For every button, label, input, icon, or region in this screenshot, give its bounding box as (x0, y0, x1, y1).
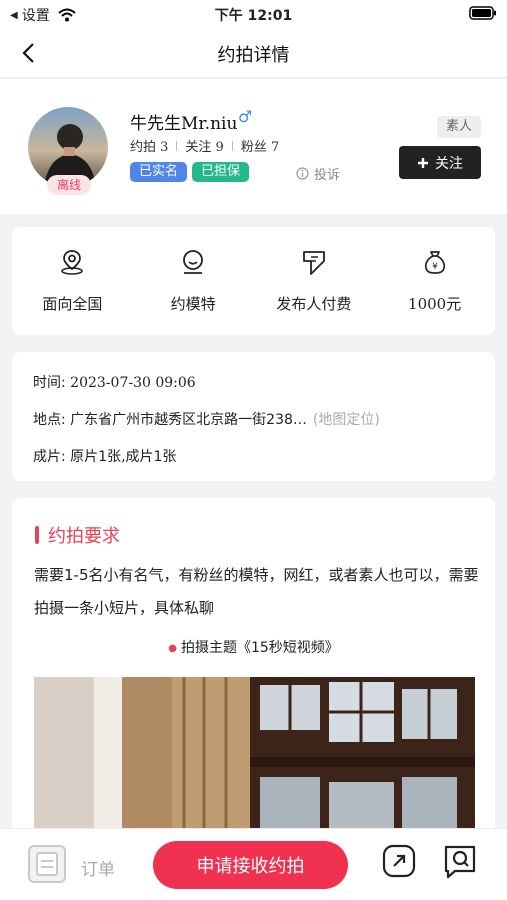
feature-publisher-pays: 发布人付费 (254, 227, 375, 335)
info-circle-icon (296, 167, 309, 180)
shoot-info-card: 时间: 2023-07-30 09:06 地点: 广东省广州市越秀区北京路一街2… (12, 352, 495, 481)
share-icon (382, 844, 416, 878)
guaranteed-badge: 已担保 (192, 162, 250, 182)
divider (176, 140, 178, 151)
order-document-icon (28, 845, 66, 883)
follow-button[interactable]: 关注 (399, 146, 481, 179)
money-bag-icon: ¥ (424, 251, 445, 274)
accent-bar (35, 526, 39, 544)
feature-label: 1000元 (408, 295, 462, 313)
order-button[interactable] (26, 843, 68, 885)
verification-badges: 已实名 已担保 (130, 162, 250, 182)
real-name-badge: 已实名 (130, 162, 188, 182)
time-label: 时间: (33, 375, 71, 391)
share-button[interactable] (380, 842, 418, 880)
shoot-theme: ● 拍摄主题《15秒短视频》 (12, 637, 495, 657)
bullet-dot: ● (168, 642, 177, 654)
user-stats: 约拍 3 关注 9 粉丝 7 (130, 136, 279, 155)
profile-section: 离线 牛先生Mr.niu ♂ 约拍 3 关注 9 粉丝 7 已实名 已担保 投诉… (0, 79, 507, 214)
chat-button[interactable] (440, 842, 480, 882)
online-status-badge: 离线 (47, 175, 91, 195)
feature-price: ¥ 1000元 (374, 227, 495, 335)
status-time: 下午 12:01 (214, 8, 293, 24)
feature-label: 约模特 (170, 295, 216, 313)
shoot-theme-text: 拍摄主题《15秒短视频》 (180, 640, 339, 656)
requirements-header: 约拍要求 (35, 522, 120, 548)
order-label[interactable]: 订单 (81, 855, 115, 880)
user-name: 牛先生Mr.niu (130, 114, 238, 134)
feature-nationwide: 面向全国 (12, 227, 133, 335)
svg-text:¥: ¥ (432, 262, 438, 272)
shoot-time: 时间: 2023-07-30 09:06 (33, 372, 196, 392)
bottom-action-bar: 订单 申请接收约拍 (0, 828, 507, 900)
payment-icon (302, 251, 325, 275)
address-text: 地点: 广东省广州市越秀区北京路一街238… (33, 412, 307, 428)
male-gender-icon: ♂ (238, 107, 253, 126)
following-count[interactable]: 关注 9 (185, 136, 223, 155)
apply-accept-shoot-button[interactable]: 申请接收约拍 (153, 841, 348, 889)
followers-count[interactable]: 粉丝 7 (241, 136, 279, 155)
page-title: 约拍详情 (217, 45, 290, 66)
requirements-card: 约拍要求 需要1-5名小有名气，有粉丝的模特，网红，或者素人也可以，需要拍摄一条… (12, 498, 495, 828)
requirements-description: 需要1-5名小有名气，有粉丝的模特，网红，或者素人也可以，需要拍摄一条小短片，具… (34, 566, 479, 617)
location-icon (61, 250, 84, 275)
nav-bar: 约拍详情 (0, 28, 507, 78)
report-label: 投诉 (314, 168, 341, 183)
time-value: 2023-07-30 09:06 (70, 375, 196, 391)
feature-model: 约模特 (133, 227, 254, 335)
follow-label: 关注 (435, 155, 463, 172)
report-button[interactable]: 投诉 (296, 164, 340, 183)
shoots-count[interactable]: 约拍 3 (130, 136, 168, 155)
model-icon (183, 250, 204, 274)
shoot-location: 地点: 广东省广州市越秀区北京路一街238… (地图定位) (33, 409, 380, 429)
feature-label: 发布人付费 (276, 295, 352, 313)
battery-icon (469, 6, 496, 20)
interior-window-image (34, 677, 475, 828)
chat-icon (444, 845, 476, 879)
plus-icon (418, 157, 428, 168)
amateur-tag: 素人 (437, 116, 481, 138)
map-location-link[interactable]: (地图定位) (313, 412, 380, 428)
shoot-output: 成片: 原片1张,成片1张 (33, 449, 177, 465)
divider (231, 140, 233, 151)
shoot-features-card: 面向全国 约模特 发布人付费 ¥ 1000元 (12, 227, 495, 335)
sample-photo[interactable] (34, 677, 475, 828)
requirements-title: 约拍要求 (48, 526, 120, 547)
status-bar: ◀ 设置 下午 12:01 (0, 0, 507, 28)
feature-label: 面向全国 (42, 295, 103, 313)
